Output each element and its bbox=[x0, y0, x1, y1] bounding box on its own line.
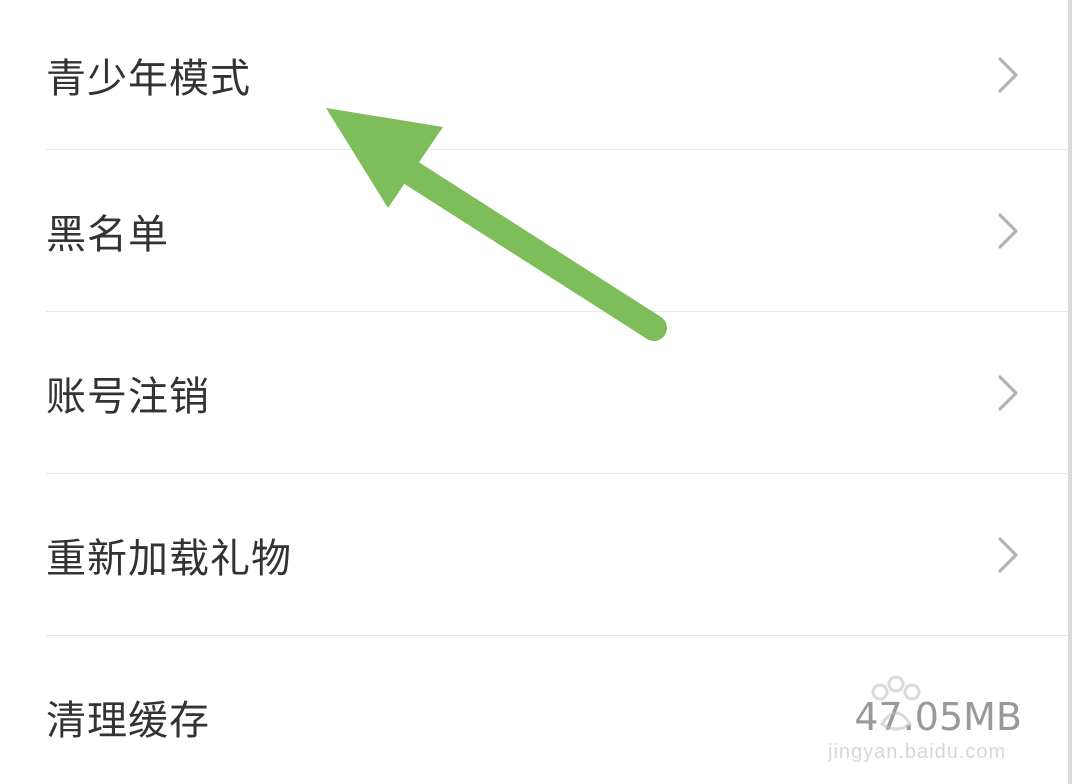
chevron-right-icon bbox=[998, 57, 1018, 93]
chevron-right-icon bbox=[998, 537, 1018, 573]
settings-item-label: 账号注销 bbox=[46, 374, 210, 420]
right-edge-border bbox=[1068, 0, 1072, 784]
watermark-subtext: jingyan.baidu.com bbox=[828, 741, 1007, 763]
settings-page: 青少年模式 黑名单 账号注销 重新加载礼物 清理缓存 47.05MB jingy… bbox=[0, 0, 1072, 784]
settings-item-teen-mode[interactable]: 青少年模式 bbox=[0, 0, 1068, 150]
settings-item-label: 清理缓存 bbox=[46, 698, 210, 744]
chevron-right-icon bbox=[998, 213, 1018, 249]
settings-item-account-deletion[interactable]: 账号注销 bbox=[0, 312, 1068, 474]
baidu-paw-logo-icon bbox=[871, 675, 921, 731]
settings-item-label: 青少年模式 bbox=[46, 56, 251, 102]
settings-item-reload-gifts[interactable]: 重新加载礼物 bbox=[0, 474, 1068, 636]
settings-list: 青少年模式 黑名单 账号注销 重新加载礼物 清理缓存 47.05MB bbox=[0, 0, 1068, 784]
settings-item-label: 重新加载礼物 bbox=[46, 536, 292, 582]
settings-item-blacklist[interactable]: 黑名单 bbox=[0, 150, 1068, 312]
chevron-right-icon bbox=[998, 375, 1018, 411]
watermark: jingyan.baidu.com bbox=[798, 674, 1028, 764]
settings-item-label: 黑名单 bbox=[46, 212, 169, 258]
